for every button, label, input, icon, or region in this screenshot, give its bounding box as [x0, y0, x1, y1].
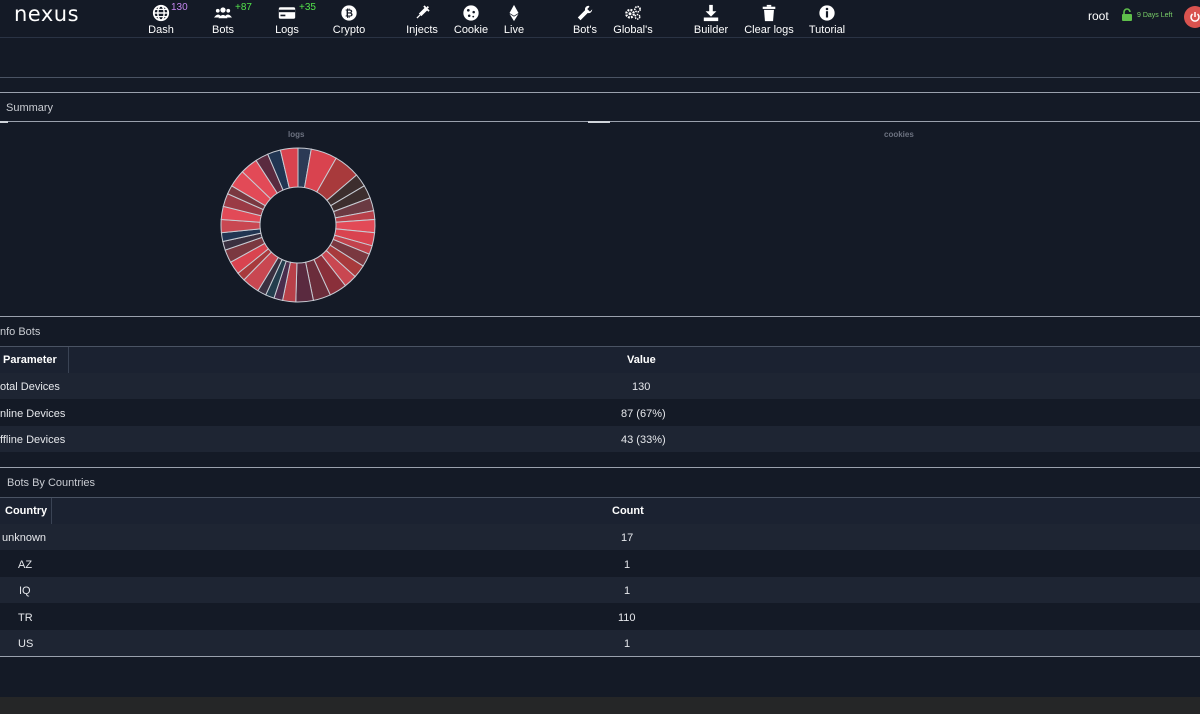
- divider: [0, 92, 1200, 93]
- table-row: US 1: [0, 630, 1200, 656]
- parameter-column-header[interactable]: Parameter: [3, 354, 57, 366]
- trash-icon: [739, 4, 799, 24]
- table-row: nline Devices 87 (67%): [0, 400, 1200, 426]
- nav-clear-logs-label: Clear logs: [744, 24, 794, 36]
- divider: [0, 77, 1200, 78]
- country-cell: AZ: [18, 559, 33, 571]
- column-separator: [68, 347, 69, 373]
- count-cell: 1: [624, 585, 631, 597]
- download-icon: [681, 4, 741, 24]
- table-row: TR 110: [0, 604, 1200, 630]
- info-bots-table-header: Parameter Value: [0, 346, 1200, 373]
- subscription-days-left: 9 Days Left: [1137, 12, 1173, 19]
- info-bots-title: nfo Bots: [0, 326, 41, 338]
- divider: [0, 656, 1200, 657]
- count-cell: 1: [624, 638, 631, 650]
- country-cell: unknown: [2, 532, 47, 544]
- table-row: AZ 1: [0, 551, 1200, 577]
- nav-builder[interactable]: Builder: [681, 4, 741, 36]
- nav-dash[interactable]: Dash 130: [131, 2, 191, 36]
- value-cell: 130: [632, 381, 651, 393]
- logs-new-badge: +35: [299, 2, 316, 13]
- nav-bots[interactable]: Bots +87: [193, 2, 253, 36]
- countries-table-header: Country Count: [0, 497, 1200, 524]
- nav-bots-label: Bots: [211, 24, 234, 36]
- cogs-icon: [603, 4, 663, 24]
- divider: [0, 316, 1200, 317]
- bottom-scrollbar[interactable]: [0, 697, 1200, 714]
- power-icon: [1190, 12, 1200, 22]
- bots-new-badge: +87: [235, 2, 252, 13]
- country-cell: US: [18, 638, 34, 650]
- nav-crypto-label: Crypto: [332, 24, 366, 36]
- nav-tutorial[interactable]: Tutorial: [797, 4, 857, 36]
- dash-count-badge: 130: [171, 2, 188, 13]
- nav-live[interactable]: Live: [484, 4, 544, 36]
- nav-logs[interactable]: Logs +35: [257, 2, 317, 36]
- countries-title: Bots By Countries: [7, 477, 96, 489]
- value-column-header[interactable]: Value: [627, 354, 656, 366]
- ethereum-icon: [484, 4, 544, 24]
- param-cell: nline Devices: [0, 408, 66, 420]
- count-cell: 17: [621, 532, 634, 544]
- nav-globals[interactable]: Global's: [603, 4, 663, 36]
- country-column-header[interactable]: Country: [5, 505, 47, 517]
- top-navbar: nexus Dash 130 Bots +87 Logs +35 ₿ Crypt…: [0, 0, 1200, 38]
- info-icon: [797, 4, 857, 24]
- nav-logs-label: Logs: [275, 24, 299, 36]
- nav-tutorial-label: Tutorial: [808, 24, 846, 36]
- count-cell: 110: [618, 612, 636, 624]
- column-separator: [51, 498, 52, 524]
- panel-handle: [0, 121, 8, 123]
- param-cell: otal Devices: [0, 381, 60, 393]
- logs-chart-label: logs: [288, 130, 305, 139]
- country-cell: TR: [18, 612, 33, 624]
- nav-builder-label: Builder: [693, 24, 729, 36]
- bitcoin-icon: ₿: [319, 4, 379, 24]
- table-row: unknown 17: [0, 524, 1200, 550]
- brand-logo[interactable]: nexus: [14, 2, 79, 26]
- svg-text:₿: ₿: [345, 9, 353, 20]
- table-row: IQ 1: [0, 577, 1200, 603]
- logout-button[interactable]: [1184, 6, 1200, 28]
- table-row: ffline Devices 43 (33%): [0, 426, 1200, 452]
- nav-crypto[interactable]: ₿ Crypto: [319, 4, 379, 36]
- panel-handle: [588, 121, 610, 123]
- summary-title: Summary: [6, 102, 54, 114]
- table-row: otal Devices 130: [0, 373, 1200, 399]
- count-column-header[interactable]: Count: [612, 505, 644, 517]
- count-cell: 1: [624, 559, 631, 571]
- unlock-icon: [1121, 8, 1133, 25]
- nav-clear-logs[interactable]: Clear logs: [739, 4, 799, 36]
- nav-globals-label: Global's: [613, 24, 653, 36]
- value-cell: 87 (67%): [621, 408, 666, 420]
- country-cell: IQ: [19, 585, 31, 597]
- nav-dash-label: Dash: [148, 24, 174, 36]
- nav-live-label: Live: [503, 24, 525, 36]
- logs-donut-chart: [220, 147, 376, 303]
- username[interactable]: root: [1088, 9, 1109, 23]
- param-cell: ffline Devices: [0, 434, 66, 446]
- value-cell: 43 (33%): [621, 434, 666, 446]
- cookies-chart-label: cookies: [884, 130, 914, 139]
- divider: [0, 467, 1200, 468]
